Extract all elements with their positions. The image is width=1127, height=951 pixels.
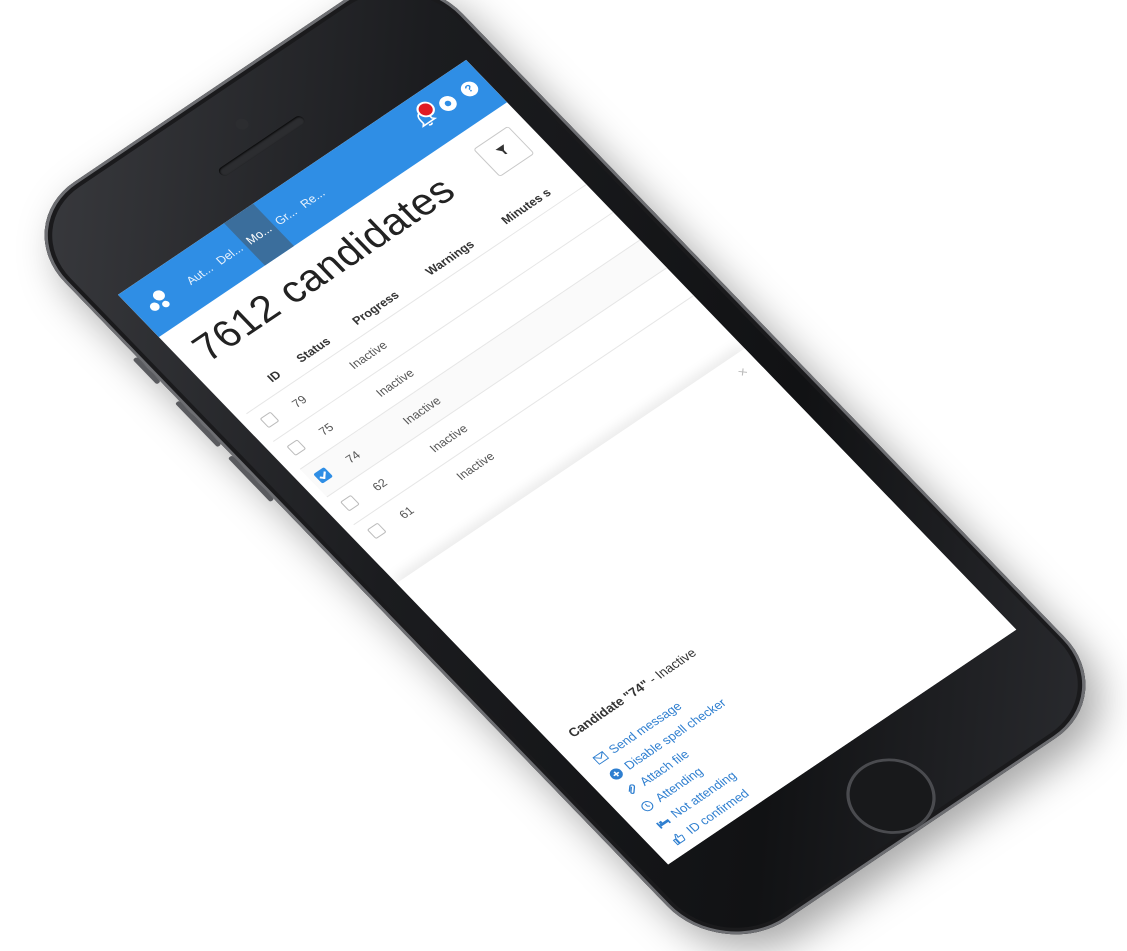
row-checkbox[interactable] (286, 438, 306, 456)
row-checkbox[interactable] (339, 494, 360, 512)
volume-button-up (132, 356, 161, 385)
app-logo[interactable] (142, 284, 181, 316)
phone-screen: Aut... Del... Mo... Gr... Re... ? 7612 c… (117, 59, 1017, 865)
paperclip-icon (623, 782, 641, 797)
volume-button-1 (174, 400, 222, 448)
envelope-icon (592, 750, 610, 765)
bell-icon[interactable] (411, 98, 440, 131)
row-checkbox[interactable] (259, 411, 280, 428)
filter-button[interactable] (473, 125, 535, 178)
speaker-grille (216, 114, 307, 178)
filter-icon (494, 143, 515, 161)
phone-frame: Aut... Del... Mo... Gr... Re... ? 7612 c… (9, 0, 1121, 951)
front-camera (232, 116, 252, 132)
panel-title-status: - Inactive (642, 645, 700, 688)
row-checkbox[interactable] (366, 522, 387, 539)
thumbs-down-icon (685, 847, 703, 862)
volume-button-2 (227, 455, 275, 503)
stage: Aut... Del... Mo... Gr... Re... ? 7612 c… (0, 0, 1127, 951)
gear-icon[interactable] (435, 93, 461, 114)
header-icons: ? (411, 77, 483, 131)
thumbs-up-icon (669, 831, 687, 846)
circle-plus-icon (607, 766, 625, 781)
close-icon[interactable]: × (733, 364, 751, 380)
row-checkbox-checked[interactable] (312, 466, 333, 484)
clock-icon (638, 798, 656, 813)
bed-icon (654, 814, 672, 829)
home-button[interactable] (828, 743, 954, 850)
help-icon[interactable]: ? (457, 78, 482, 100)
